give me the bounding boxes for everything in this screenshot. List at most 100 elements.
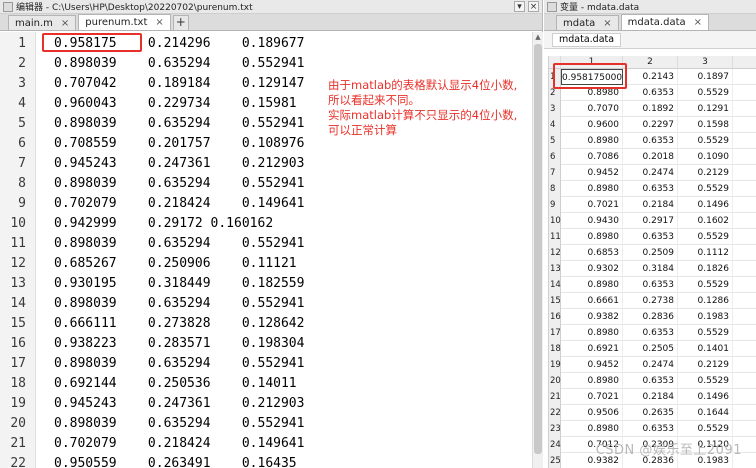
code-line[interactable]: 9 0.702079 0.218424 0.149641	[0, 194, 532, 214]
table-cell[interactable]: 0.6353	[623, 85, 678, 101]
code-line[interactable]: 2 0.898039 0.635294 0.552941	[0, 54, 532, 74]
table-cell[interactable]: 0.1496	[678, 389, 733, 405]
table-cell[interactable]: 0.5529	[678, 421, 733, 437]
table-cell[interactable]: 0.5529	[678, 181, 733, 197]
table-cell[interactable]: 0.9506	[561, 405, 623, 421]
scrollbar-thumb[interactable]	[534, 44, 542, 454]
table-cell-empty[interactable]	[733, 101, 756, 117]
table-cell[interactable]: 0.1112	[678, 245, 733, 261]
table-cell[interactable]: 0.5529	[678, 325, 733, 341]
code-line[interactable]: 12 0.685267 0.250906 0.11121	[0, 254, 532, 274]
table-cell[interactable]: 0.9430	[561, 213, 623, 229]
table-cell[interactable]: 0.8980	[561, 133, 623, 149]
table-cell[interactable]: 0.6353	[623, 229, 678, 245]
table-cell-empty[interactable]	[733, 245, 756, 261]
table-cell[interactable]: 0.1496	[678, 197, 733, 213]
table-cell-empty[interactable]	[733, 229, 756, 245]
table-cell-empty[interactable]	[733, 261, 756, 277]
table-cell[interactable]: 0.1644	[678, 405, 733, 421]
table-cell[interactable]: 0.5529	[678, 85, 733, 101]
row-number[interactable]: 3	[549, 101, 561, 117]
code-line[interactable]: 7 0.945243 0.247361 0.212903	[0, 154, 532, 174]
table-cell[interactable]: 0.1090	[678, 149, 733, 165]
table-cell[interactable]: 0.6353	[623, 373, 678, 389]
table-cell[interactable]: 0.1983	[678, 309, 733, 325]
close-icon[interactable]: ×	[528, 1, 539, 12]
column-header-empty[interactable]	[733, 56, 756, 69]
editor-scrollbar[interactable]: ▲	[532, 32, 543, 468]
table-cell-empty[interactable]	[733, 133, 756, 149]
code-line[interactable]: 10 0.942999 0.29172 0.160162	[0, 214, 532, 234]
row-number[interactable]: 23	[549, 421, 561, 437]
table-cell[interactable]: 0.5529	[678, 373, 733, 389]
table-cell[interactable]: 0.2635	[623, 405, 678, 421]
table-cell[interactable]: 0.1826	[678, 261, 733, 277]
column-header[interactable]: 2	[623, 56, 678, 69]
table-cell[interactable]: 0.2018	[623, 149, 678, 165]
table-cell-empty[interactable]	[733, 373, 756, 389]
code-line[interactable]: 19 0.945243 0.247361 0.212903	[0, 394, 532, 414]
scroll-up-icon[interactable]: ▲	[533, 32, 543, 43]
table-cell[interactable]: 0.7070	[561, 101, 623, 117]
table-cell[interactable]: 0.9452	[561, 357, 623, 373]
row-number[interactable]: 7	[549, 165, 561, 181]
table-cell-empty[interactable]	[733, 117, 756, 133]
column-header[interactable]: 3	[678, 56, 733, 69]
table-cell[interactable]: 0.1598	[678, 117, 733, 133]
table-cell-empty[interactable]	[733, 293, 756, 309]
table-cell[interactable]: 0.6353	[623, 325, 678, 341]
variable-grid[interactable]: 1 2 3 1 0.958175000 0.2143 0.1897 2 0.8980 0.6…	[548, 56, 756, 468]
table-cell[interactable]: 0.2917	[623, 213, 678, 229]
table-cell-empty[interactable]	[733, 405, 756, 421]
table-cell[interactable]: 0.1286	[678, 293, 733, 309]
table-cell[interactable]: 0.9382	[561, 309, 623, 325]
row-number[interactable]: 19	[549, 357, 561, 373]
close-icon[interactable]: ×	[603, 18, 611, 29]
table-cell[interactable]: 0.5529	[678, 277, 733, 293]
close-icon[interactable]: ×	[694, 17, 702, 28]
table-cell[interactable]: 0.2184	[623, 197, 678, 213]
table-cell-empty[interactable]	[733, 421, 756, 437]
table-cell-empty[interactable]	[733, 181, 756, 197]
close-icon[interactable]: ×	[155, 17, 163, 28]
code-line[interactable]: 20 0.898039 0.635294 0.552941	[0, 414, 532, 434]
table-cell[interactable]: 0.6661	[561, 293, 623, 309]
close-icon[interactable]: ×	[61, 18, 69, 29]
table-cell[interactable]: 0.1602	[678, 213, 733, 229]
table-cell[interactable]: 0.2738	[623, 293, 678, 309]
table-cell[interactable]: 0.9452	[561, 165, 623, 181]
code-line[interactable]: 14 0.898039 0.635294 0.552941	[0, 294, 532, 314]
subtab-mdata-data[interactable]: mdata.data	[552, 33, 622, 47]
table-cell[interactable]: 0.7086	[561, 149, 623, 165]
table-cell[interactable]: 0.5529	[678, 133, 733, 149]
row-number[interactable]: 8	[549, 181, 561, 197]
table-cell[interactable]: 0.7021	[561, 197, 623, 213]
row-number[interactable]: 16	[549, 309, 561, 325]
table-cell-empty[interactable]	[733, 213, 756, 229]
table-cell-empty[interactable]	[733, 357, 756, 373]
table-cell[interactable]: 0.2836	[623, 309, 678, 325]
code-line[interactable]: 18 0.692144 0.250536 0.14011	[0, 374, 532, 394]
tab-mdata[interactable]: mdata ×	[556, 15, 619, 30]
add-tab-button[interactable]: +	[172, 15, 189, 30]
table-cell[interactable]: 0.2129	[678, 165, 733, 181]
tab-main-m[interactable]: main.m ×	[8, 15, 77, 30]
row-number[interactable]: 21	[549, 389, 561, 405]
table-cell[interactable]: 0.1401	[678, 341, 733, 357]
table-cell[interactable]: 0.1892	[623, 101, 678, 117]
table-cell[interactable]: 0.8980	[561, 277, 623, 293]
table-cell[interactable]: 0.6353	[623, 133, 678, 149]
table-cell-empty[interactable]	[733, 277, 756, 293]
table-cell-empty[interactable]	[733, 325, 756, 341]
table-cell[interactable]: 0.2509	[623, 245, 678, 261]
code-line[interactable]: 16 0.938223 0.283571 0.198304	[0, 334, 532, 354]
table-cell[interactable]: 0.7021	[561, 389, 623, 405]
row-number[interactable]: 11	[549, 229, 561, 245]
table-cell[interactable]: 0.2474	[623, 357, 678, 373]
code-line[interactable]: 11 0.898039 0.635294 0.552941	[0, 234, 532, 254]
code-line[interactable]: 17 0.898039 0.635294 0.552941	[0, 354, 532, 374]
code-line[interactable]: 21 0.702079 0.218424 0.149641	[0, 434, 532, 454]
row-number[interactable]: 18	[549, 341, 561, 357]
code-line[interactable]: 8 0.898039 0.635294 0.552941	[0, 174, 532, 194]
code-line[interactable]: 13 0.930195 0.318449 0.182559	[0, 274, 532, 294]
